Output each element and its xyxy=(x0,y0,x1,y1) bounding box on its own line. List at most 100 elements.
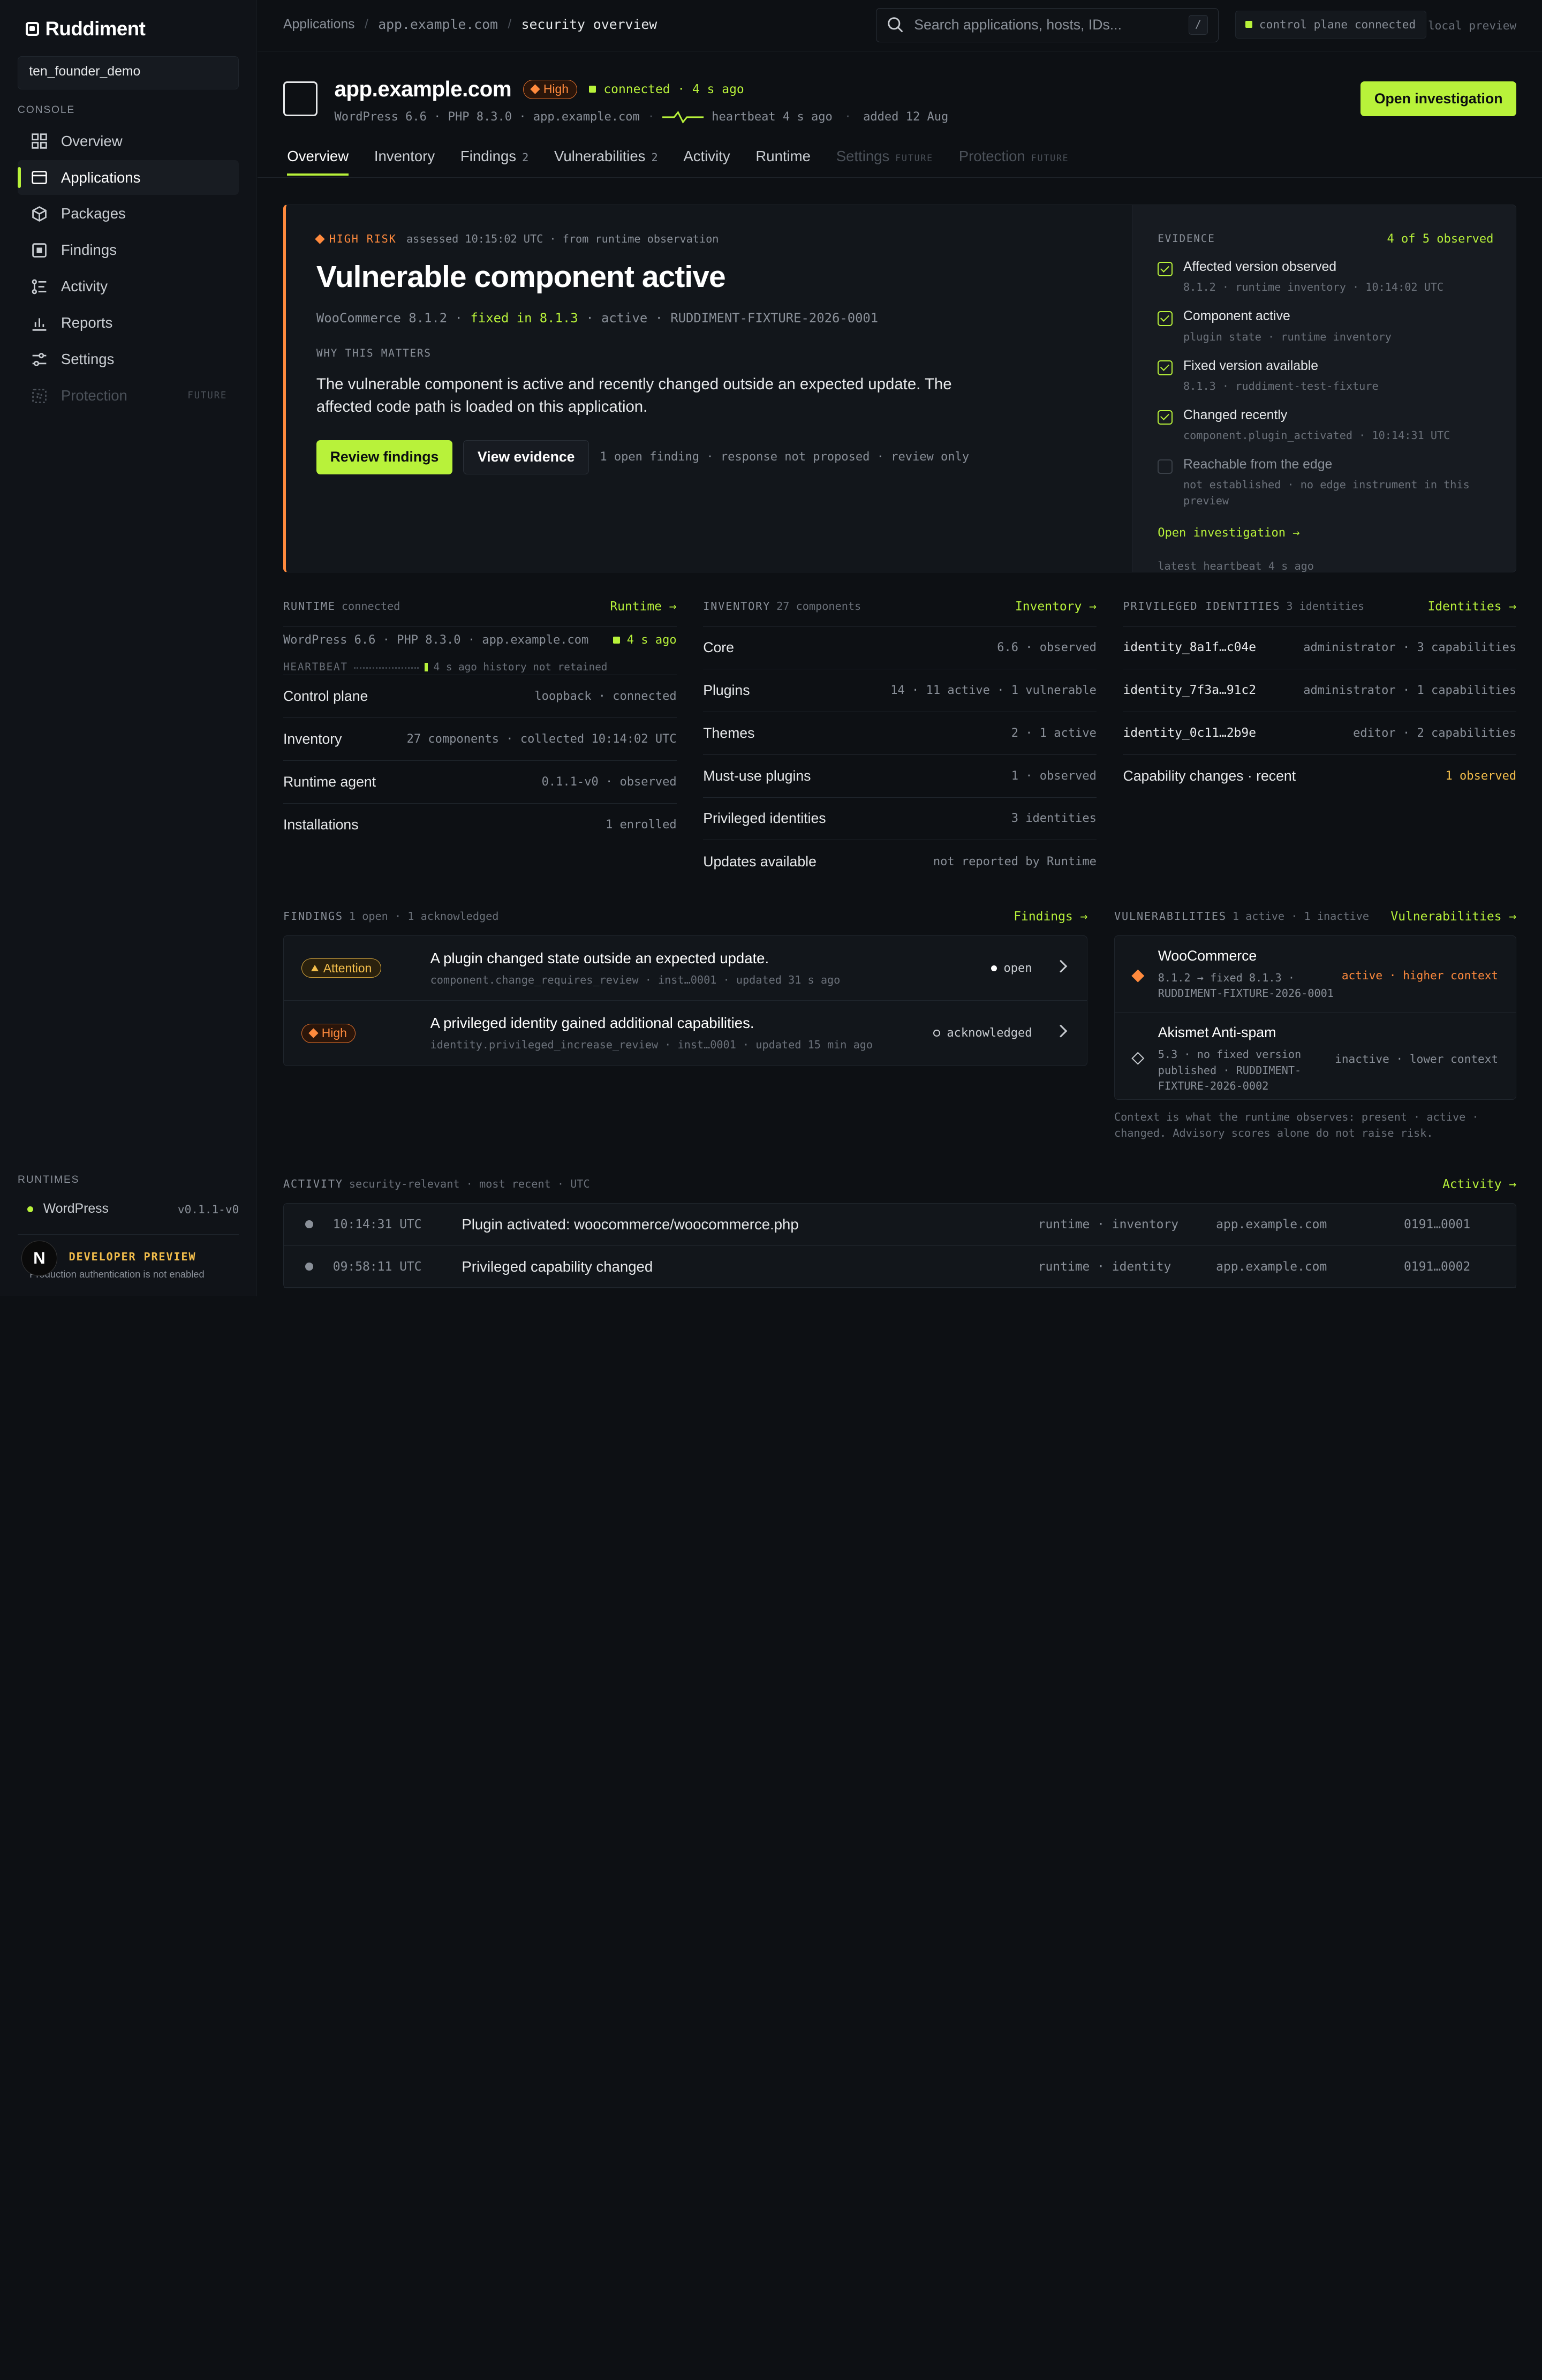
sidebar-item-label: Findings xyxy=(61,241,117,259)
activity-row[interactable]: 10:14:31 UTC Plugin activated: woocommer… xyxy=(283,1204,1516,1246)
sidebar-item-packages[interactable]: Packages xyxy=(18,197,239,231)
open-investigation-link[interactable]: Open investigation → xyxy=(1158,526,1493,540)
activity-header: ACTIVITY security-relevant · most recent … xyxy=(283,1177,1516,1191)
evidence-item: Reachable from the edge not established ·… xyxy=(1158,457,1493,509)
sidebar-item-findings[interactable]: Findings xyxy=(18,233,239,267)
identity-row[interactable]: identity_8a1f…c04e administrator · 3 capa… xyxy=(1123,626,1517,669)
identities-link[interactable]: Identities → xyxy=(1427,600,1516,626)
finding-row[interactable]: High A privileged identity gained additi… xyxy=(284,1001,1087,1066)
row-key: Installations xyxy=(283,817,359,833)
identity-id: identity_8a1f…c04e xyxy=(1123,640,1257,655)
assessed-time: assessed 10:15:02 UTC · from runtime obs… xyxy=(406,232,719,246)
runtime-link[interactable]: Runtime → xyxy=(610,600,676,626)
workspace-selector[interactable]: ten_founder_demo xyxy=(18,56,239,90)
findings-link[interactable]: Findings → xyxy=(1014,910,1087,924)
heartbeat-strip: HEARTBEAT 4 s ago history not retained xyxy=(283,660,677,676)
finding-state: open xyxy=(991,962,1032,975)
tab-activity[interactable]: Activity xyxy=(683,148,730,175)
finding-row[interactable]: Attention A plugin changed state outside… xyxy=(283,936,1087,1001)
identity-role: administrator · 3 capabilities xyxy=(1303,640,1517,654)
view-evidence-button[interactable]: View evidence xyxy=(463,440,589,474)
sidebar-item-settings[interactable]: Settings xyxy=(18,342,239,376)
evidence-title: Changed recently xyxy=(1183,407,1288,422)
sidebar-item-applications[interactable]: Applications xyxy=(18,160,239,195)
row-value: loopback · connected xyxy=(534,689,677,703)
avatar[interactable]: N xyxy=(21,1241,57,1276)
vulnerabilities-link[interactable]: Vulnerabilities → xyxy=(1390,910,1516,924)
section-status: connected xyxy=(341,600,400,613)
tab-overview[interactable]: Overview xyxy=(287,148,349,176)
finding-sub: identity.privileged_increase_review · in… xyxy=(430,1038,873,1051)
event-time: 10:14:31 UTC xyxy=(332,1217,422,1231)
row-key: Inventory xyxy=(283,730,342,747)
separator: · xyxy=(844,110,852,124)
identity-id: identity_7f3a…91c2 xyxy=(1123,683,1257,698)
heartbeat-icon xyxy=(662,110,704,124)
grid-icon xyxy=(31,132,48,150)
control-plane-status: control plane connected xyxy=(1235,11,1426,39)
section-label: FINDINGS xyxy=(283,909,343,923)
chevron-right-icon[interactable] xyxy=(1055,959,1068,972)
activity-row[interactable]: 09:58:11 UTC Privileged capability chang… xyxy=(283,1246,1516,1288)
tab-label: Protection xyxy=(958,147,1025,164)
sidebar-item-label: Packages xyxy=(61,205,126,222)
sidebar: Ruddiment ten_founder_demo CONSOLE Overv… xyxy=(0,0,257,1296)
activity-link[interactable]: Activity → xyxy=(1442,1177,1516,1191)
evidence-sub: 8.1.2 · runtime inventory · 10:14:02 UTC xyxy=(1183,281,1444,294)
console-label: CONSOLE xyxy=(18,104,75,116)
tab-bar: Overview Inventory Findings 2 Vulnerabili… xyxy=(287,147,1069,176)
runtime-row: Runtime agent 0.1.1-v0 · observed xyxy=(283,761,677,804)
sidebar-item-overview[interactable]: Overview xyxy=(18,124,239,158)
identity-row[interactable]: identity_0c11…2b9e editor · 2 capabilitie… xyxy=(1123,712,1517,755)
separator: · xyxy=(647,110,655,124)
row-value: 2 · 1 active xyxy=(1011,726,1097,740)
sidebar-item-reports[interactable]: Reports xyxy=(18,306,239,340)
why-label: WHY THIS MATTERS xyxy=(316,346,432,359)
review-findings-button[interactable]: Review findings xyxy=(316,440,452,474)
tab-label: Runtime xyxy=(755,147,811,164)
row-key: Core xyxy=(703,639,734,655)
inventory-link[interactable]: Inventory → xyxy=(1015,600,1097,626)
event-dot-icon xyxy=(305,1263,314,1271)
chevron-right-icon[interactable] xyxy=(1055,1024,1068,1037)
brand-logo[interactable]: Ruddiment xyxy=(25,18,146,40)
activity-icon xyxy=(31,278,48,296)
row-value: 3 identities xyxy=(1011,812,1097,826)
breadcrumb-applications[interactable]: Applications xyxy=(283,17,355,32)
tab-settings: Settings FUTURE xyxy=(836,148,933,175)
badge-label: High xyxy=(321,1026,347,1040)
row-value: 1 enrolled xyxy=(605,818,677,832)
tab-count: 2 xyxy=(651,150,658,164)
dev-preview-notice: N DEVELOPER PREVIEW Production authentic… xyxy=(18,1234,239,1280)
risk-badge-label: High xyxy=(543,82,569,96)
open-investigation-button[interactable]: Open investigation xyxy=(1360,81,1517,116)
diamond-icon xyxy=(530,84,540,94)
sidebar-item-activity[interactable]: Activity xyxy=(18,269,239,304)
heartbeat-meta: 4 s ago history not retained xyxy=(433,661,608,674)
tab-runtime[interactable]: Runtime xyxy=(755,148,811,175)
identity-role: administrator · 1 capabilities xyxy=(1303,683,1517,697)
runtime-row: Inventory 27 components · collected 10:14… xyxy=(283,718,677,761)
tab-vulnerabilities[interactable]: Vulnerabilities 2 xyxy=(554,148,658,175)
checkbox-checked-icon xyxy=(1158,360,1173,375)
local-preview-label: local preview xyxy=(1427,18,1517,32)
findings-icon xyxy=(31,241,48,259)
tab-label: Findings xyxy=(460,147,517,164)
dev-preview-note: Production authentication is not enabled xyxy=(29,1268,205,1280)
vulnerability-row[interactable]: WooCommerce 8.1.2 → fixed 8.1.3 · RUDDIM… xyxy=(1114,936,1516,1013)
page-title: app.example.com xyxy=(334,77,512,102)
vulnerability-row[interactable]: Akismet Anti-spam 5.3 · no fixed version… xyxy=(1115,1013,1516,1099)
inactive-diamond-icon xyxy=(1131,1052,1144,1065)
inventory-section: INVENTORY 27 components Inventory → Core 6… xyxy=(703,600,1097,883)
status-indicator xyxy=(1245,21,1253,28)
heartbeat-history xyxy=(353,667,419,669)
runtime-item[interactable]: WordPress v0.1.1-v0 xyxy=(18,1202,239,1217)
inventory-row: Updates available not reported by Runtime xyxy=(703,840,1097,883)
search-icon xyxy=(888,17,903,33)
breadcrumb-app[interactable]: app.example.com xyxy=(378,17,498,32)
tab-findings[interactable]: Findings 2 xyxy=(460,148,528,175)
search-input[interactable]: Search applications, hosts, IDs... / xyxy=(876,7,1219,42)
identity-row[interactable]: identity_7f3a…91c2 administrator · 1 capa… xyxy=(1123,669,1517,712)
tab-inventory[interactable]: Inventory xyxy=(374,148,435,175)
section-label: PRIVILEGED IDENTITIES xyxy=(1123,600,1281,613)
